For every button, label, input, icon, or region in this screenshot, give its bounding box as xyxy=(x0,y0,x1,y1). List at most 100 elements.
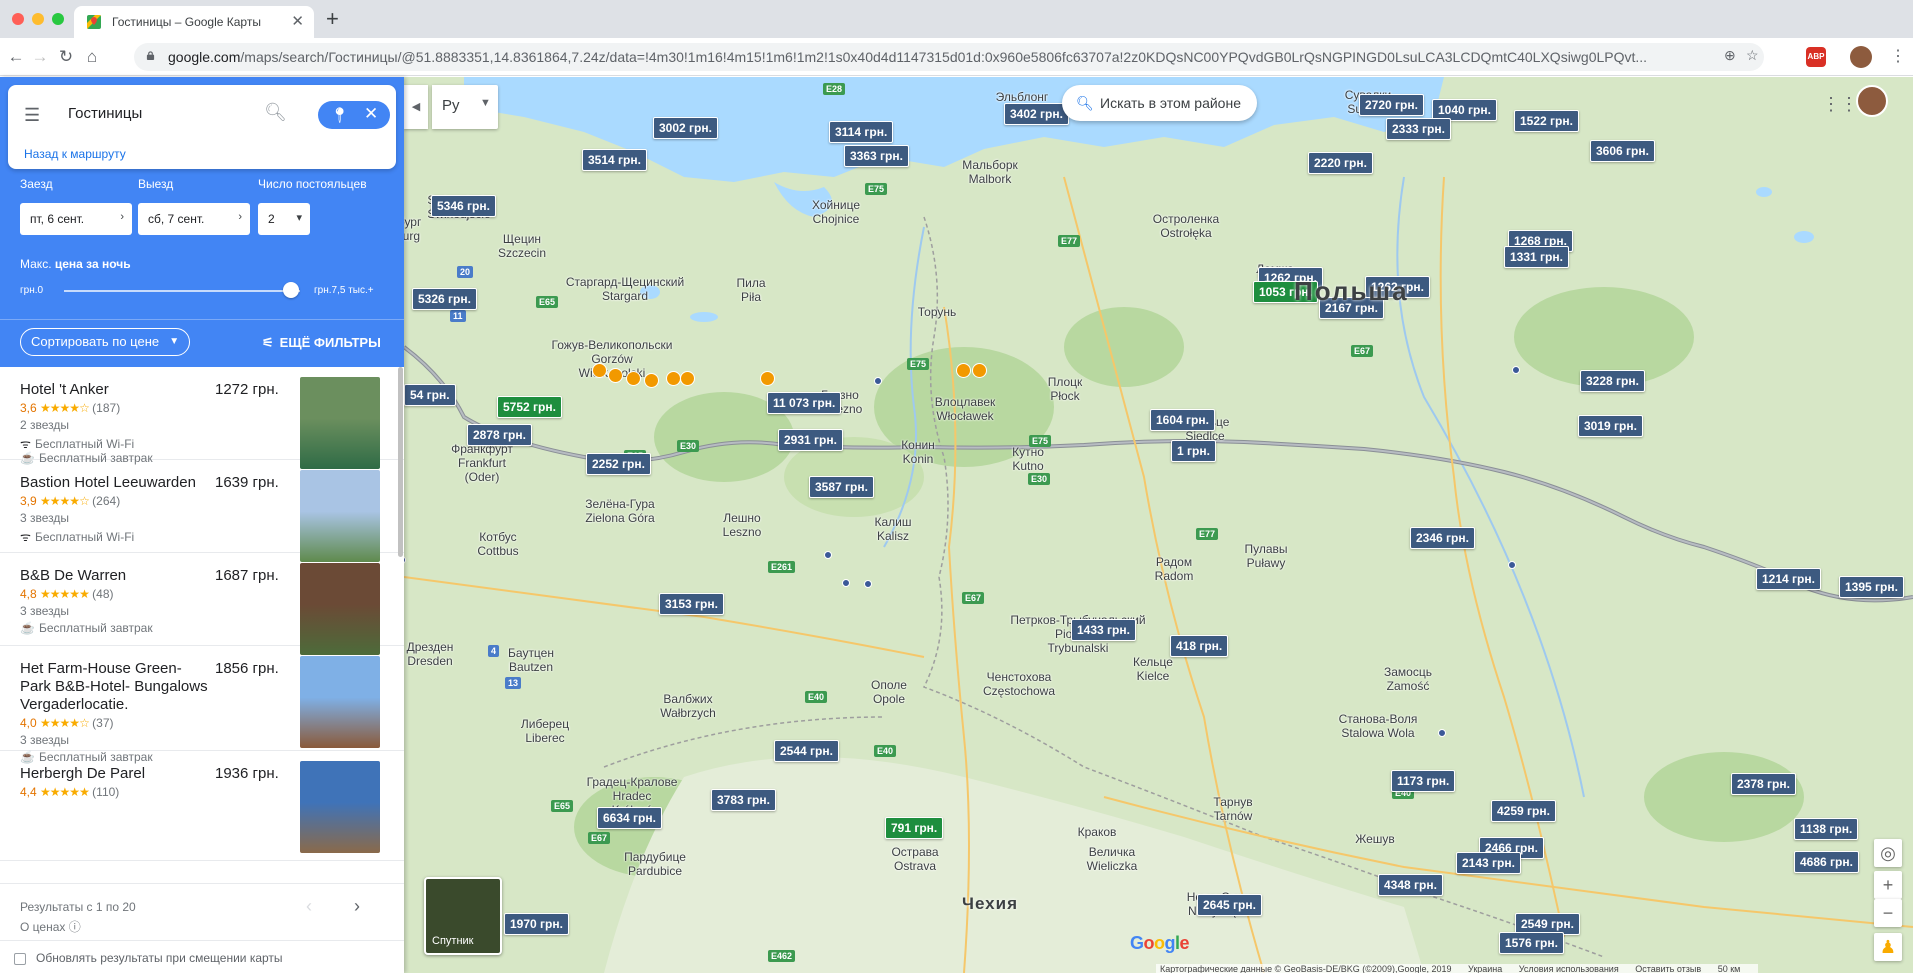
hotel-price-marker[interactable]: 1138 грн. xyxy=(1794,818,1859,840)
hotel-price-marker[interactable]: 2378 грн. xyxy=(1731,773,1796,795)
place-dot[interactable] xyxy=(842,579,850,587)
hotel-price-marker[interactable]: 1214 грн. xyxy=(1756,568,1821,590)
hotel-price-marker[interactable]: 1576 грн. xyxy=(1499,932,1564,954)
hotel-price-marker[interactable]: 3114 грн. xyxy=(829,121,894,143)
results-scrollbar[interactable] xyxy=(398,367,403,557)
hotel-price-marker[interactable]: 2878 грн. xyxy=(467,424,532,446)
price-slider-handle[interactable] xyxy=(283,282,299,298)
update-results-checkbox[interactable] xyxy=(14,953,26,965)
hotel-price-marker[interactable]: 3228 грн. xyxy=(1580,370,1645,392)
my-location-icon[interactable]: ◎ xyxy=(1874,839,1902,867)
guests-select[interactable]: 2 ▾ xyxy=(258,203,310,235)
hotel-pin-icon[interactable] xyxy=(644,373,659,388)
search-icon[interactable]: 🔍︎ xyxy=(264,102,287,123)
hotel-price-marker[interactable]: 5752 грн. xyxy=(497,396,562,418)
install-app-icon[interactable]: ⊕ xyxy=(1724,47,1736,64)
browser-menu-icon[interactable]: ⋮ xyxy=(1890,46,1906,66)
hotel-price-marker[interactable]: 2220 грн. xyxy=(1308,152,1373,174)
hotel-price-marker[interactable]: 3402 грн. xyxy=(1004,103,1069,125)
hotel-price-marker[interactable]: 3606 грн. xyxy=(1590,140,1655,162)
hotel-price-marker[interactable]: 1331 грн. xyxy=(1504,246,1569,268)
hotel-price-marker[interactable]: 6634 грн. xyxy=(597,807,662,829)
hotel-pin-icon[interactable] xyxy=(608,368,623,383)
hotel-price-marker[interactable]: 1395 грн. xyxy=(1839,576,1904,598)
address-bar[interactable]: google.com/maps/search/Гостиницы/@51.888… xyxy=(134,43,1764,71)
minimize-window-button[interactable] xyxy=(32,13,44,25)
hotel-price-marker[interactable]: 1970 грн. xyxy=(504,913,569,935)
hotel-pin-icon[interactable] xyxy=(592,363,607,378)
zoom-out-button[interactable]: − xyxy=(1874,899,1902,927)
browser-tab[interactable]: Гостиницы – Google Карты ✕ xyxy=(74,6,314,38)
hotel-price-marker[interactable]: 2143 грн. xyxy=(1456,852,1521,874)
checkin-date-picker[interactable]: пт, 6 сент. › xyxy=(20,203,132,235)
hotel-name[interactable]: Het Farm-House Green-Park B&B-Hotel- Bun… xyxy=(20,660,210,714)
forward-arrow-icon[interactable]: → xyxy=(28,45,52,69)
pegman-street-view-icon[interactable]: ♟ xyxy=(1874,933,1902,961)
hotel-pin-icon[interactable] xyxy=(956,363,971,378)
hotel-price-marker[interactable]: 2931 грн. xyxy=(778,429,843,451)
hotel-price-marker[interactable]: 5326 грн. xyxy=(412,288,477,310)
hotel-price-marker[interactable]: 4686 грн. xyxy=(1794,851,1859,873)
zoom-in-button[interactable]: + xyxy=(1874,871,1902,899)
previous-page-button[interactable]: ‹ xyxy=(306,896,312,917)
back-arrow-icon[interactable]: ← xyxy=(4,45,28,69)
account-avatar[interactable] xyxy=(1856,85,1888,117)
reload-icon[interactable]: ↻ xyxy=(54,45,78,69)
checkout-date-picker[interactable]: сб, 7 сент. › xyxy=(138,203,250,235)
hotel-price-marker[interactable]: 5346 грн. xyxy=(431,195,496,217)
hotel-price-marker[interactable]: 3153 грн. xyxy=(659,593,724,615)
map-language-select[interactable]: Ру ▼ xyxy=(432,85,498,129)
hotel-price-marker[interactable]: 1433 грн. xyxy=(1071,619,1136,641)
more-filters-button[interactable]: ⚟ ЕЩЁ ФИЛЬТРЫ xyxy=(262,335,381,351)
hotel-photo[interactable] xyxy=(300,470,380,562)
hotel-list-item[interactable]: Hotel 't Anker 1272 грн. 3,6 ★★★★☆ (187)… xyxy=(0,367,404,469)
hotel-price-marker[interactable]: 3019 грн. xyxy=(1578,415,1643,437)
hotel-price-marker[interactable]: 2333 грн. xyxy=(1386,118,1451,140)
hotel-price-marker[interactable]: 3783 грн. xyxy=(711,789,776,811)
hotel-price-marker[interactable]: 1604 грн. xyxy=(1150,409,1215,431)
search-input[interactable]: Гостиницы xyxy=(68,105,142,122)
hotel-price-marker[interactable]: 2720 грн. xyxy=(1359,94,1424,116)
clear-search-icon[interactable]: ✕ xyxy=(364,104,378,124)
new-tab-button[interactable]: + xyxy=(326,8,339,30)
hotel-photo[interactable] xyxy=(300,761,380,853)
hotel-photo[interactable] xyxy=(300,656,380,748)
hotel-list-item[interactable]: B&B De Warren 1687 грн. 4,8 ★★★★★ (48) 3… xyxy=(0,553,404,655)
hotel-price-marker[interactable]: 2252 грн. xyxy=(586,453,651,475)
hotel-pin-icon[interactable] xyxy=(760,371,775,386)
feedback-link[interactable]: Оставить отзыв xyxy=(1635,964,1701,973)
hotel-price-marker[interactable]: 3514 грн. xyxy=(582,149,647,171)
hotel-price-marker[interactable]: 1 грн. xyxy=(1171,440,1216,462)
home-icon[interactable]: ⌂ xyxy=(80,45,104,69)
hotel-price-marker[interactable]: 11 073 грн. xyxy=(767,392,842,414)
hotel-pin-icon[interactable] xyxy=(626,371,641,386)
profile-avatar[interactable] xyxy=(1850,46,1872,68)
hotel-price-marker[interactable]: 2544 грн. xyxy=(774,740,839,762)
place-dot[interactable] xyxy=(1438,729,1446,737)
hotel-price-marker[interactable]: 1522 грн. xyxy=(1514,110,1579,132)
close-window-button[interactable] xyxy=(12,13,24,25)
hotel-results-list[interactable]: Hotel 't Anker 1272 грн. 3,6 ★★★★☆ (187)… xyxy=(0,367,404,883)
next-page-button[interactable]: › xyxy=(354,896,360,917)
collapse-panel-button[interactable]: ◀ xyxy=(404,85,428,129)
hotel-list-item[interactable]: Het Farm-House Green-Park B&B-Hotel- Bun… xyxy=(0,646,404,764)
back-to-route-link[interactable]: Назад к маршруту xyxy=(24,147,126,161)
hotel-pin-icon[interactable] xyxy=(972,363,987,378)
hotel-pin-icon[interactable] xyxy=(680,371,695,386)
region-link[interactable]: Украина xyxy=(1468,964,1502,973)
hotel-price-marker[interactable]: 1173 грн. xyxy=(1391,770,1456,792)
hotel-price-marker[interactable]: 54 грн. xyxy=(404,384,456,406)
satellite-layer-toggle[interactable]: Спутник xyxy=(424,877,502,955)
about-prices-link[interactable]: О ценах ⓘ xyxy=(20,918,81,935)
search-this-area-button[interactable]: 🔍︎ Искать в этом районе xyxy=(1062,85,1257,121)
menu-icon[interactable]: ☰ xyxy=(24,105,40,126)
hotel-price-marker[interactable]: 791 грн. xyxy=(885,817,944,839)
place-dot[interactable] xyxy=(1508,561,1516,569)
hotel-photo[interactable] xyxy=(300,377,380,469)
place-dot[interactable] xyxy=(1512,366,1520,374)
bookmark-star-icon[interactable]: ☆ xyxy=(1746,47,1759,64)
hotel-list-item[interactable]: Bastion Hotel Leeuwarden 1639 грн. 3,9 ★… xyxy=(0,460,404,562)
close-tab-icon[interactable]: ✕ xyxy=(291,12,304,30)
adblock-extension-icon[interactable]: ABP xyxy=(1806,47,1826,67)
hotel-pin-icon[interactable] xyxy=(666,371,681,386)
